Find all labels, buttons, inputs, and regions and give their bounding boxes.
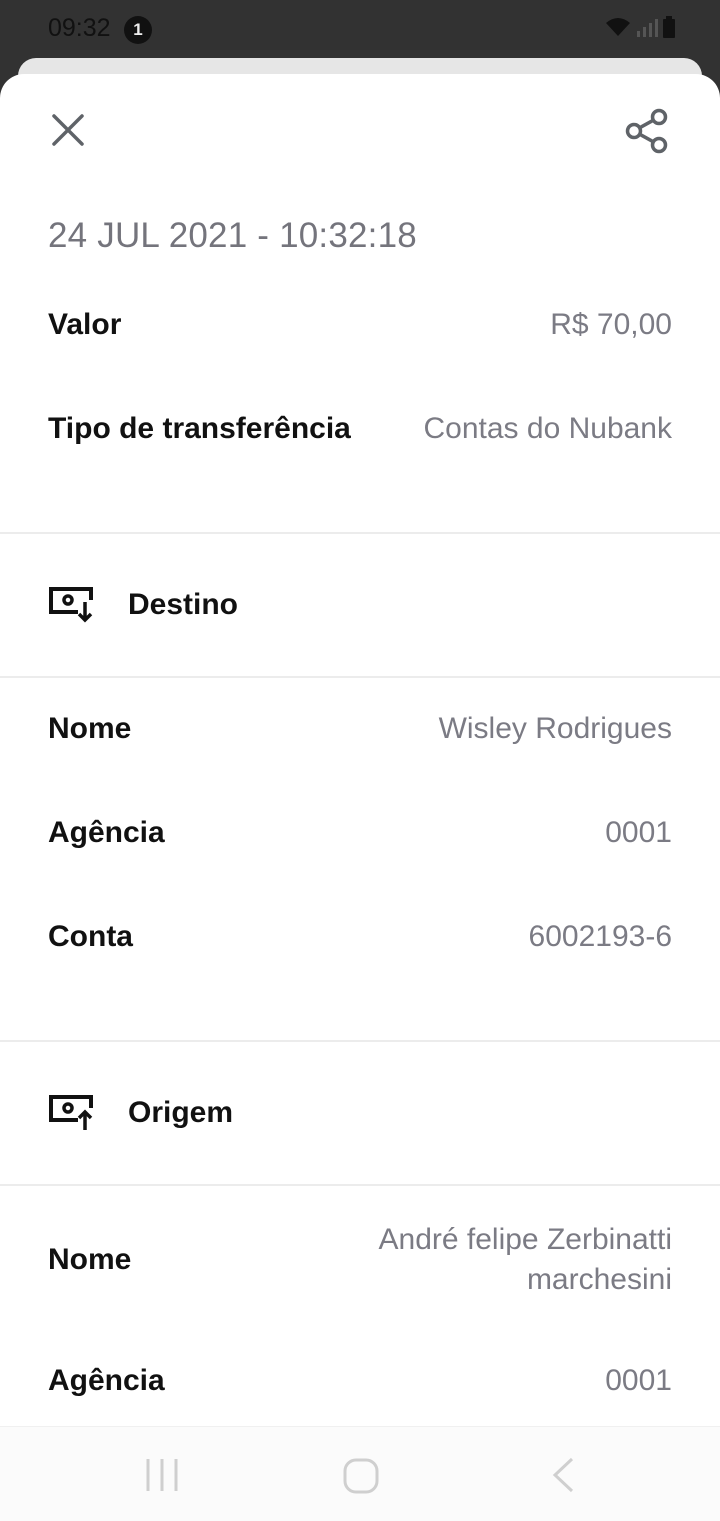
destino-agencia-label: Agência xyxy=(48,816,165,849)
destino-agencia-value: 0001 xyxy=(605,816,672,849)
valor-label: Valor xyxy=(48,308,122,341)
divider xyxy=(0,676,720,678)
tipo-value: Contas do Nubank xyxy=(423,412,673,445)
home-icon[interactable] xyxy=(342,1457,380,1495)
origem-agencia-row: Agência 0001 xyxy=(48,1364,672,1398)
destino-nome-row: Nome Wisley Rodrigues xyxy=(48,712,672,746)
origem-agencia-label: Agência xyxy=(48,1364,165,1397)
destino-nome-value: Wisley Rodrigues xyxy=(438,712,672,745)
status-bar: 09:32 1 xyxy=(0,0,720,60)
status-time: 09:32 xyxy=(48,14,111,42)
destino-conta-row: Conta 6002193-6 xyxy=(48,920,672,954)
share-icon xyxy=(625,108,668,154)
tipo-row: Tipo de transferência Contas do Nubank xyxy=(48,412,672,446)
system-nav-bar xyxy=(0,1426,720,1521)
origem-nome-row: Nome André felipe Zerbinatti marchesini xyxy=(48,1220,672,1300)
close-icon xyxy=(52,114,84,146)
destino-title: Destino xyxy=(128,588,239,621)
destino-nome-label: Nome xyxy=(48,712,132,745)
origem-title: Origem xyxy=(128,1096,234,1129)
transfer-receipt-sheet: 24 JUL 2021 - 10:32:18 Valor R$ 70,00 Ti… xyxy=(0,74,720,1520)
account-download-icon xyxy=(49,587,93,623)
origem-nome-line1: André felipe Zerbinatti xyxy=(378,1223,673,1256)
recent-apps-icon[interactable] xyxy=(144,1457,180,1493)
origem-agencia-value: 0001 xyxy=(605,1364,672,1397)
valor-value: R$ 70,00 xyxy=(550,308,672,341)
divider xyxy=(0,1184,720,1186)
battery-icon xyxy=(663,16,675,38)
destino-header: Destino xyxy=(48,586,238,624)
origem-header: Origem xyxy=(48,1094,233,1132)
wifi-icon xyxy=(606,18,631,36)
share-button[interactable] xyxy=(624,108,670,154)
destino-agencia-row: Agência 0001 xyxy=(48,816,672,850)
destino-conta-label: Conta xyxy=(48,920,133,953)
signal-icon xyxy=(636,19,658,37)
account-upload-icon xyxy=(49,1095,93,1130)
origem-nome-line2: marchesini xyxy=(526,1263,672,1296)
origem-nome-label: Nome xyxy=(48,1243,132,1276)
divider xyxy=(0,532,720,534)
back-icon[interactable] xyxy=(550,1457,576,1493)
valor-row: Valor R$ 70,00 xyxy=(48,308,672,342)
close-button[interactable] xyxy=(48,110,88,150)
divider xyxy=(0,1040,720,1042)
transfer-datetime: 24 JUL 2021 - 10:32:18 xyxy=(48,216,417,255)
notification-badge: 1 xyxy=(124,16,152,44)
tipo-label: Tipo de transferência xyxy=(48,412,351,445)
origem-nome-value: André felipe Zerbinatti marchesini xyxy=(379,1220,673,1300)
status-icons xyxy=(605,16,676,38)
destino-conta-value: 6002193-6 xyxy=(528,920,672,953)
